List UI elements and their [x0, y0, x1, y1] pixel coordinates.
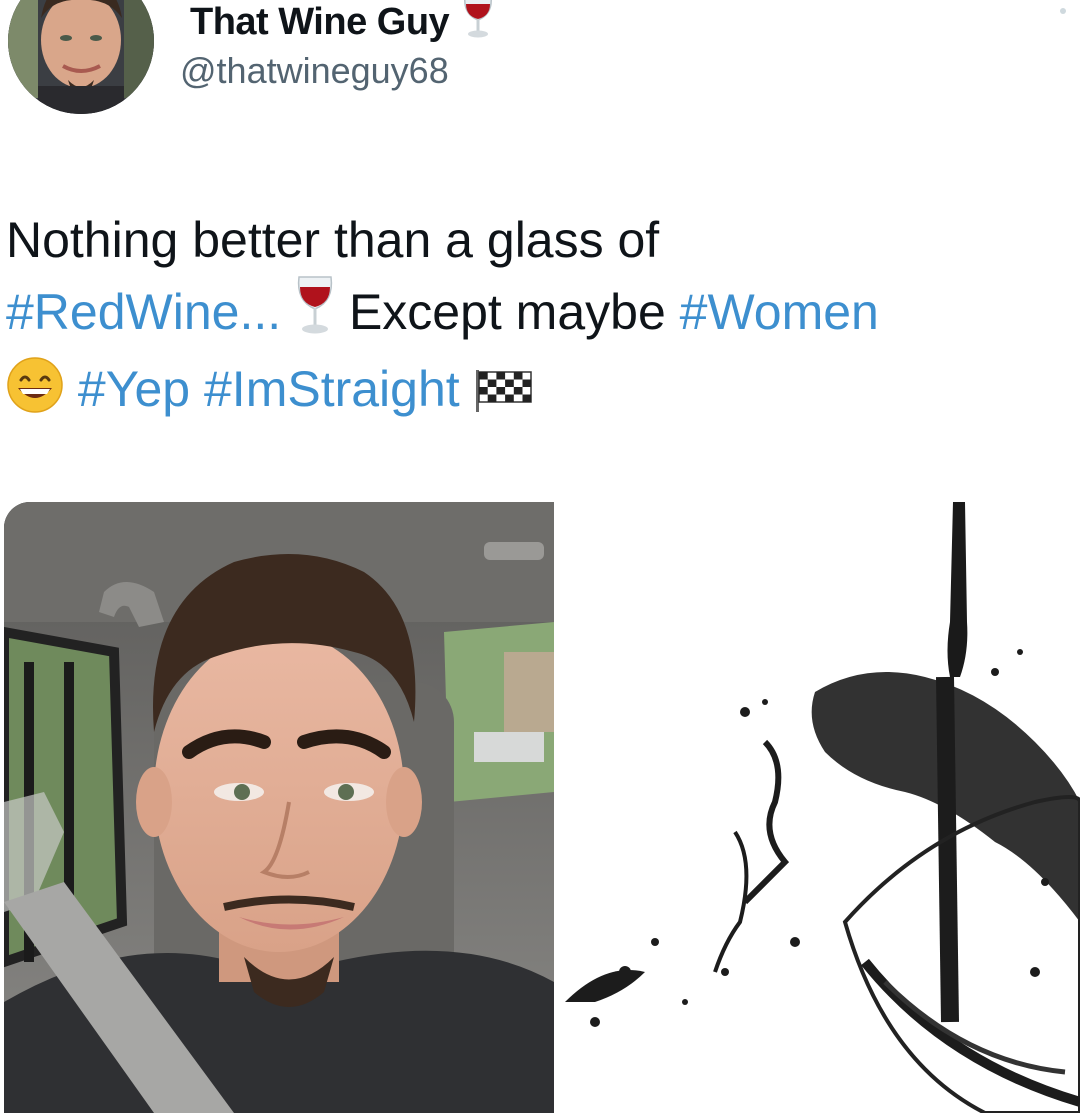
tweet-text-line1: Nothing better than a glass of: [6, 212, 660, 268]
handle[interactable]: @thatwineguy68: [180, 50, 449, 92]
more-options-icon[interactable]: [1060, 8, 1066, 14]
hashtag-women[interactable]: #Women: [680, 284, 879, 340]
photo-wine-pour[interactable]: [565, 502, 1080, 1113]
photo-selfie[interactable]: [4, 502, 554, 1113]
hashtag-redwine[interactable]: #RedWine...: [6, 284, 281, 340]
grinning-face-icon: [6, 356, 64, 432]
hashtag-yep[interactable]: #Yep: [78, 361, 190, 417]
display-name-text: That Wine Guy: [190, 0, 450, 43]
checkered-flag-icon: [474, 363, 534, 432]
tweet-header: That Wine Guy @thatwineguy68: [0, 0, 1080, 130]
avatar[interactable]: [8, 0, 154, 114]
tweet-text: Nothing better than a glass of #RedWine.…: [6, 206, 1066, 432]
hashtag-imstraight[interactable]: #ImStraight: [204, 361, 460, 417]
wine-glass-icon: [295, 275, 335, 355]
display-name[interactable]: That Wine Guy: [190, 0, 495, 50]
wine-glass-icon: [461, 0, 495, 50]
except-text: Except maybe: [348, 284, 666, 340]
media-grid: [4, 502, 1080, 1113]
